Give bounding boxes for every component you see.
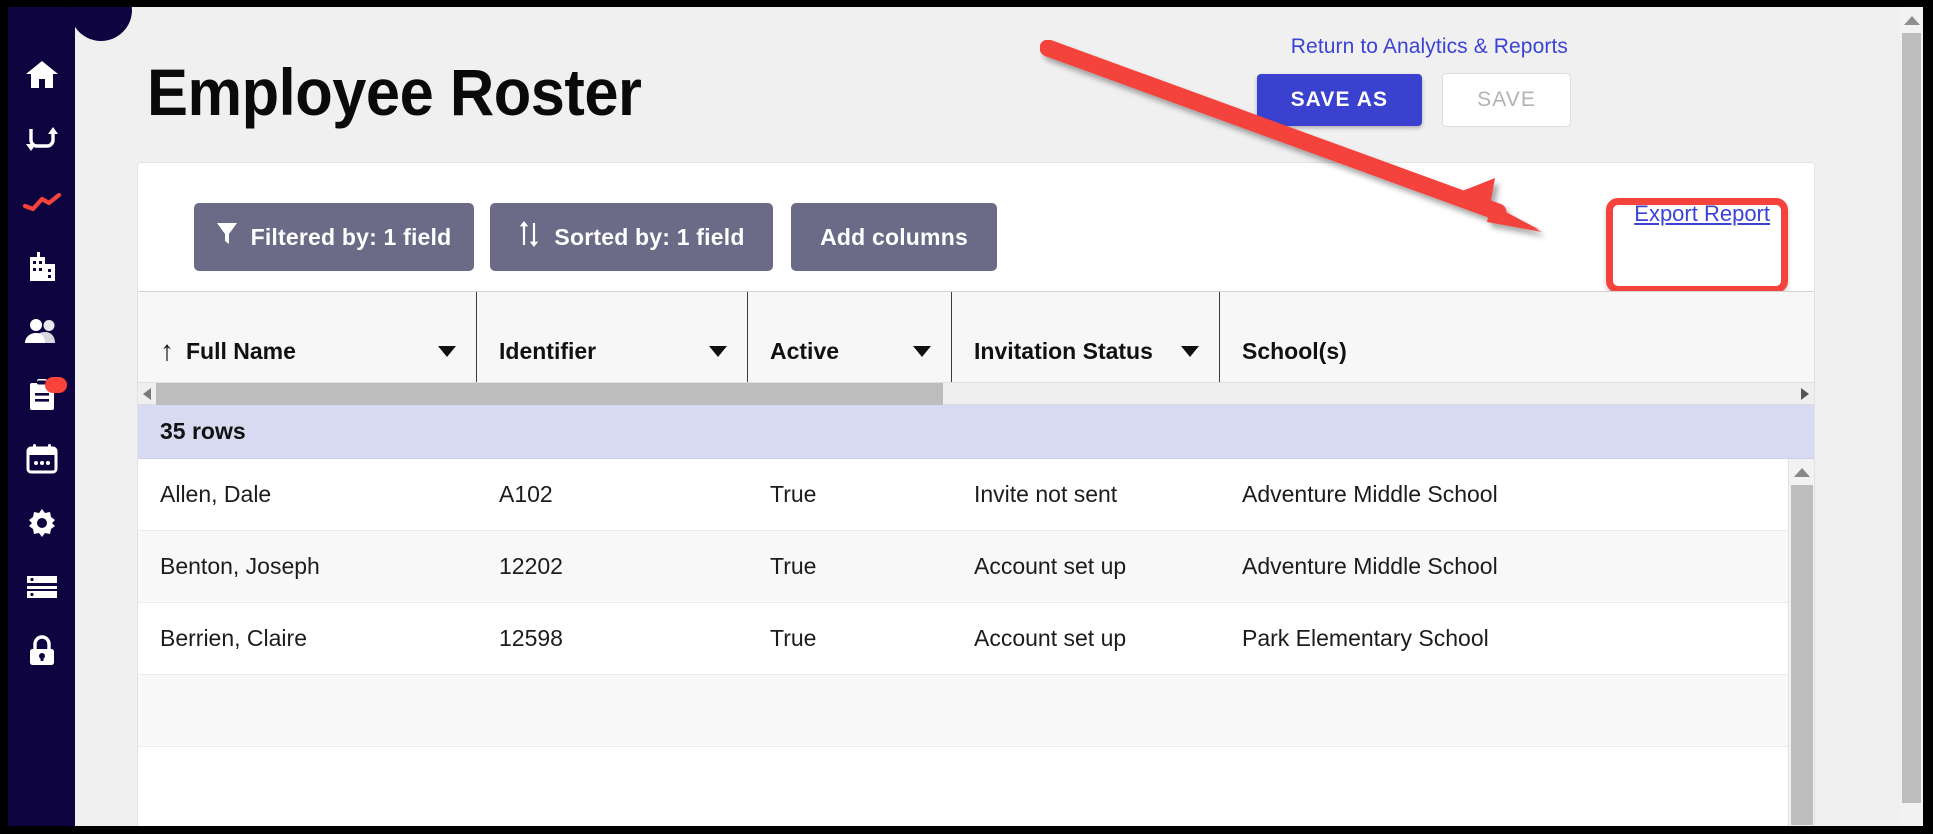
grid-rows-viewport: Allen, Dale A102 True Invite not sent Ad… <box>138 459 1814 827</box>
bezel-top <box>0 0 1933 7</box>
grid-header-row: ↑ Full Name Identifier Active Invitation… <box>138 291 1814 383</box>
scroll-up-arrow-icon[interactable] <box>1789 459 1814 485</box>
column-header-schools[interactable]: School(s) <box>1220 292 1560 382</box>
cell-identifier: 12598 <box>499 625 563 651</box>
row-count-banner: 35 rows <box>138 405 1814 459</box>
add-columns-label: Add columns <box>820 223 968 250</box>
filtered-by-label: Filtered by: 1 field <box>250 223 452 250</box>
table-row[interactable]: Allen, Dale A102 True Invite not sent Ad… <box>138 459 1814 531</box>
chevron-down-icon[interactable] <box>913 346 931 357</box>
table-row[interactable]: Benton, Joseph 12202 True Account set up… <box>138 531 1814 603</box>
screenshot-root: Return to Analytics & Reports SAVE AS SA… <box>0 0 1933 834</box>
page-scroll-thumb[interactable] <box>1902 33 1921 803</box>
cell-invitation-status: Account set up <box>974 625 1127 651</box>
filtered-by-button[interactable]: Filtered by: 1 field <box>194 203 474 271</box>
sorted-by-button[interactable]: Sorted by: 1 field <box>490 203 773 271</box>
export-report-wrap: Export Report <box>1634 201 1770 227</box>
sidebar-item-people[interactable] <box>8 299 75 363</box>
cell-identifier: 12202 <box>499 553 563 579</box>
column-header-label: Invitation Status <box>974 337 1153 364</box>
cell-full-name: Allen, Dale <box>160 481 272 507</box>
sidebar-item-tasks[interactable] <box>8 363 75 427</box>
table-row[interactable] <box>138 675 1814 747</box>
cell-full-name: Benton, Joseph <box>160 553 320 579</box>
transfers-icon <box>25 125 59 153</box>
grid-horizontal-scrollbar[interactable] <box>138 382 1814 405</box>
vertical-scroll-thumb[interactable] <box>1791 485 1813 825</box>
bezel-bottom <box>0 826 1933 834</box>
chevron-down-icon[interactable] <box>1181 346 1199 357</box>
cell-full-name: Berrien, Claire <box>160 625 307 651</box>
column-header-label: School(s) <box>1242 337 1347 364</box>
column-header-full-name[interactable]: ↑ Full Name <box>138 292 477 382</box>
column-header-label: Full Name <box>186 337 296 364</box>
notification-badge <box>45 377 67 393</box>
cell-schools: Adventure Middle School <box>1242 553 1498 579</box>
cell-schools: Park Elementary School <box>1242 625 1489 651</box>
page-title: Employee Roster <box>147 55 642 129</box>
gear-icon <box>26 507 58 539</box>
left-sidebar <box>8 0 132 827</box>
add-columns-button[interactable]: Add columns <box>791 203 997 271</box>
header-action-buttons: SAVE AS SAVE <box>1256 73 1571 127</box>
scroll-left-arrow-icon[interactable] <box>138 383 156 405</box>
column-header-label: Active <box>770 337 840 364</box>
analytics-trend-icon <box>22 193 61 213</box>
chevron-down-icon[interactable] <box>438 346 456 357</box>
sidebar-item-settings[interactable] <box>8 491 75 555</box>
sidebar-item-transfers[interactable] <box>8 107 75 171</box>
sidebar-item-home[interactable] <box>8 43 75 107</box>
sidebar-item-security[interactable] <box>8 619 75 683</box>
grid-vertical-scrollbar[interactable] <box>1788 459 1814 827</box>
cell-schools: Adventure Middle School <box>1242 481 1498 507</box>
bezel-left <box>0 0 8 834</box>
column-header-invitation-status[interactable]: Invitation Status <box>952 292 1220 382</box>
page-vertical-scrollbar[interactable] <box>1900 7 1923 827</box>
home-icon <box>25 60 59 90</box>
sort-updown-icon <box>518 221 540 253</box>
export-report-link[interactable]: Export Report <box>1634 201 1770 226</box>
column-header-label: Identifier <box>499 337 597 364</box>
cell-active: True <box>770 553 817 579</box>
filter-funnel-icon <box>216 222 237 252</box>
calendar-icon <box>26 444 58 474</box>
lock-icon <box>27 635 57 667</box>
school-building-icon <box>24 252 60 282</box>
report-toolbar: Filtered by: 1 field Sorted by: 1 field <box>138 163 1814 293</box>
page-scroll-up-arrow-icon[interactable] <box>1900 7 1923 33</box>
table-row[interactable]: Berrien, Claire 12598 True Account set u… <box>138 603 1814 675</box>
cell-active: True <box>770 481 817 507</box>
sidebar-item-calendar[interactable] <box>8 427 75 491</box>
sorted-by-label: Sorted by: 1 field <box>554 223 745 250</box>
cell-identifier: A102 <box>499 481 553 507</box>
save-as-button[interactable]: SAVE AS <box>1256 74 1423 126</box>
sidebar-item-schools[interactable] <box>8 235 75 299</box>
cell-invitation-status: Account set up <box>974 553 1127 579</box>
cell-invitation-status: Invite not sent <box>974 481 1118 507</box>
cell-active: True <box>770 625 817 651</box>
bezel-right <box>1923 0 1933 834</box>
horizontal-scroll-track[interactable] <box>156 382 1796 405</box>
chevron-down-icon[interactable] <box>709 346 727 357</box>
report-card: Filtered by: 1 field Sorted by: 1 field <box>137 162 1815 827</box>
return-to-analytics-link[interactable]: Return to Analytics & Reports <box>1291 35 1568 59</box>
page-content: Return to Analytics & Reports SAVE AS SA… <box>75 7 1923 827</box>
horizontal-scroll-thumb[interactable] <box>156 382 944 405</box>
sidebar-item-lists[interactable] <box>8 555 75 619</box>
sidebar-item-analytics[interactable] <box>8 171 75 235</box>
people-icon <box>23 318 61 344</box>
scroll-right-arrow-icon[interactable] <box>1796 383 1814 405</box>
sort-ascending-icon: ↑ <box>160 335 174 366</box>
employee-grid: ↑ Full Name Identifier Active Invitation… <box>138 291 1814 827</box>
column-header-identifier[interactable]: Identifier <box>477 292 748 382</box>
save-button: SAVE <box>1442 73 1571 127</box>
list-icon <box>25 575 59 599</box>
column-header-active[interactable]: Active <box>748 292 952 382</box>
